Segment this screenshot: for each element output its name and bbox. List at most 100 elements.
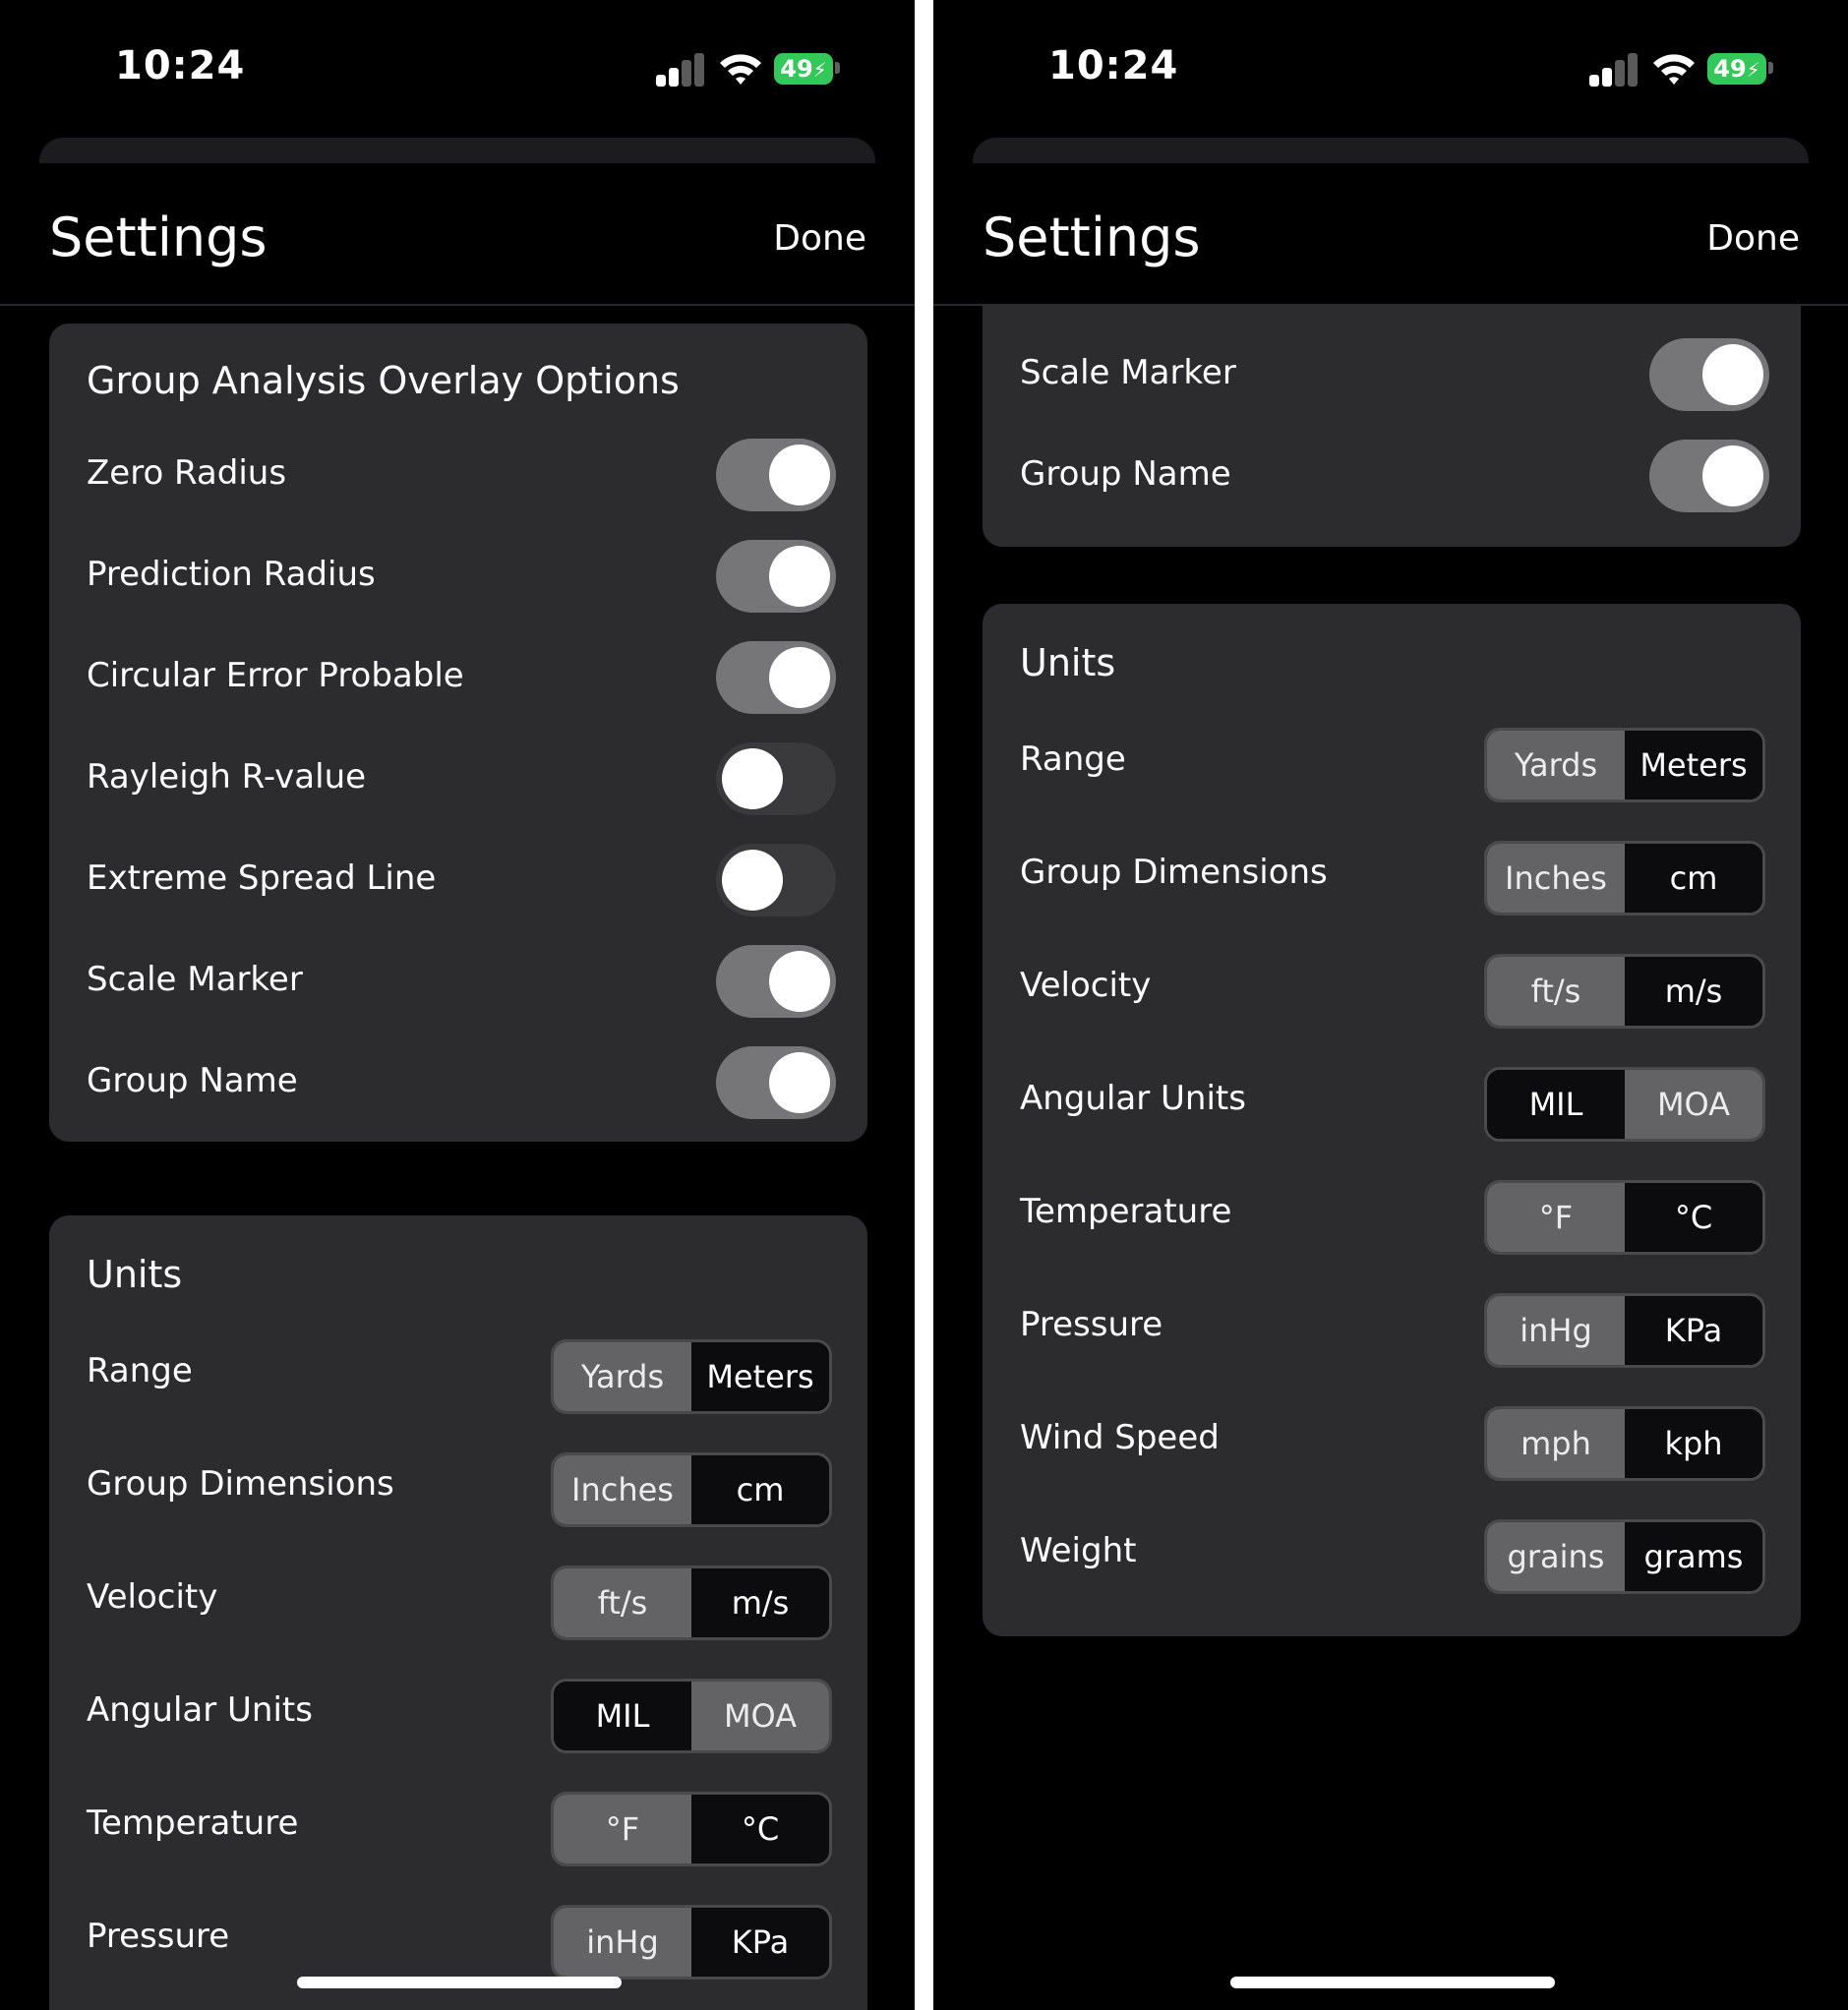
range-option-yards[interactable]: Yards — [1487, 731, 1625, 799]
status-bar: 10:24 49⚡ — [933, 0, 1848, 138]
range-segmented-control: Yards Meters — [1484, 728, 1765, 802]
wind-speed-option-kph[interactable]: kph — [1625, 1409, 1762, 1478]
pressure-label: Pressure — [87, 1917, 230, 1956]
status-time: 10:24 — [1048, 43, 1179, 89]
range-label: Range — [87, 1351, 193, 1390]
temperature-option-celsius[interactable]: °C — [1625, 1183, 1762, 1252]
wind-speed-option-mph[interactable]: mph — [1487, 1409, 1625, 1478]
group-dimensions-option-cm[interactable]: cm — [691, 1455, 829, 1524]
rayleigh-r-value-toggle[interactable] — [716, 742, 836, 815]
temperature-segmented-control: °F °C — [551, 1792, 832, 1866]
cellular-signal-icon — [656, 51, 705, 87]
settings-scroll-view[interactable]: Scale Marker Group Name Units Range Yard… — [933, 306, 1848, 2010]
page-title: Settings — [49, 207, 268, 268]
angular-units-segmented-control: MIL MOA — [1484, 1067, 1765, 1142]
settings-scroll-view[interactable]: Group Analysis Overlay Options Zero Radi… — [0, 306, 915, 2010]
weight-option-grams[interactable]: grams — [1625, 1522, 1762, 1591]
velocity-option-ft-s[interactable]: ft/s — [554, 1568, 691, 1637]
toggle-knob — [722, 748, 783, 809]
phone-screen-left: 10:24 49⚡ Settings Done Group Analysis O… — [0, 0, 915, 2010]
units-title: Units — [1020, 641, 1116, 684]
sheet-edge — [39, 138, 875, 163]
range-option-meters[interactable]: Meters — [691, 1342, 829, 1411]
temperature-label: Temperature — [87, 1803, 299, 1843]
page-title: Settings — [983, 207, 1201, 268]
wifi-icon — [720, 54, 761, 85]
pressure-label: Pressure — [1020, 1305, 1163, 1344]
wind-speed-label: Wind Speed — [1020, 1418, 1220, 1457]
battery-charging-icon: 49⚡ — [774, 53, 833, 85]
scale-marker-label: Scale Marker — [87, 960, 303, 999]
zero-radius-toggle[interactable] — [716, 439, 836, 511]
range-segmented-control: Yards Meters — [551, 1339, 832, 1414]
range-option-yards[interactable]: Yards — [554, 1342, 691, 1411]
overlay-options-card: Group Analysis Overlay Options Zero Radi… — [49, 324, 867, 1142]
velocity-label: Velocity — [1020, 966, 1152, 1005]
prediction-radius-toggle[interactable] — [716, 540, 836, 613]
home-indicator[interactable] — [1230, 1977, 1555, 1988]
angular-units-option-mil[interactable]: MIL — [1487, 1070, 1625, 1139]
extreme-spread-line-toggle[interactable] — [716, 844, 836, 916]
done-button[interactable]: Done — [1706, 218, 1800, 259]
home-indicator[interactable] — [297, 1977, 622, 1988]
circular-error-probable-toggle[interactable] — [716, 641, 836, 714]
status-time: 10:24 — [115, 43, 246, 89]
temperature-segmented-control: °F °C — [1484, 1180, 1765, 1255]
units-card: Units Range Yards Meters Group Dimension… — [983, 604, 1801, 1636]
velocity-option-m-s[interactable]: m/s — [691, 1568, 829, 1637]
group-name-toggle[interactable] — [716, 1046, 836, 1119]
velocity-label: Velocity — [87, 1577, 218, 1617]
pressure-segmented-control: inHg KPa — [551, 1905, 832, 1980]
angular-units-option-mil[interactable]: MIL — [554, 1682, 691, 1750]
velocity-option-ft-s[interactable]: ft/s — [1487, 957, 1625, 1026]
group-dimensions-option-cm[interactable]: cm — [1625, 844, 1762, 913]
pressure-option-kpa[interactable]: KPa — [1625, 1296, 1762, 1365]
scale-marker-toggle[interactable] — [716, 945, 836, 1018]
scale-marker-label: Scale Marker — [1020, 353, 1236, 392]
toggle-knob — [722, 850, 783, 911]
weight-label: Weight — [1020, 1531, 1137, 1570]
phone-screen-right: 10:24 49⚡ Settings Done Scale Marker Gro… — [933, 0, 1848, 2010]
toggle-knob — [769, 647, 830, 708]
toggle-knob — [769, 1052, 830, 1113]
toggle-knob — [769, 444, 830, 505]
range-option-meters[interactable]: Meters — [1625, 731, 1762, 799]
sheet-edge — [973, 138, 1809, 163]
toggle-knob — [1702, 445, 1763, 506]
units-title: Units — [87, 1253, 183, 1296]
angular-units-option-moa[interactable]: MOA — [691, 1682, 829, 1750]
group-dimensions-option-inches[interactable]: Inches — [554, 1455, 691, 1524]
angular-units-label: Angular Units — [87, 1690, 313, 1730]
group-dimensions-label: Group Dimensions — [1020, 853, 1328, 892]
circular-error-probable-label: Circular Error Probable — [87, 656, 464, 695]
temperature-label: Temperature — [1020, 1192, 1232, 1231]
angular-units-option-moa[interactable]: MOA — [1625, 1070, 1762, 1139]
temperature-option-celsius[interactable]: °C — [691, 1795, 829, 1863]
weight-option-grains[interactable]: grains — [1487, 1522, 1625, 1591]
group-dimensions-option-inches[interactable]: Inches — [1487, 844, 1625, 913]
velocity-option-m-s[interactable]: m/s — [1625, 957, 1762, 1026]
battery-level: 49 — [780, 55, 813, 83]
group-name-label: Group Name — [1020, 454, 1231, 494]
battery-level: 49 — [1713, 55, 1747, 83]
done-button[interactable]: Done — [773, 218, 866, 259]
status-bar: 10:24 49⚡ — [0, 0, 915, 138]
temperature-option-fahrenheit[interactable]: °F — [554, 1795, 691, 1863]
range-label: Range — [1020, 739, 1126, 779]
extreme-spread-line-label: Extreme Spread Line — [87, 858, 437, 898]
velocity-segmented-control: ft/s m/s — [551, 1566, 832, 1640]
scale-marker-toggle[interactable] — [1649, 338, 1769, 411]
group-dimensions-segmented-control: Inches cm — [1484, 841, 1765, 916]
pressure-option-kpa[interactable]: KPa — [691, 1908, 829, 1977]
weight-segmented-control: grains grams — [1484, 1519, 1765, 1594]
group-name-toggle[interactable] — [1649, 440, 1769, 512]
cellular-signal-icon — [1589, 51, 1639, 87]
group-name-label: Group Name — [87, 1061, 298, 1100]
prediction-radius-label: Prediction Radius — [87, 555, 376, 594]
temperature-option-fahrenheit[interactable]: °F — [1487, 1183, 1625, 1252]
group-dimensions-label: Group Dimensions — [87, 1464, 394, 1504]
pressure-option-inhg[interactable]: inHg — [554, 1908, 691, 1977]
battery-charging-icon: 49⚡ — [1707, 53, 1766, 85]
zero-radius-label: Zero Radius — [87, 453, 287, 493]
pressure-option-inhg[interactable]: inHg — [1487, 1296, 1625, 1365]
